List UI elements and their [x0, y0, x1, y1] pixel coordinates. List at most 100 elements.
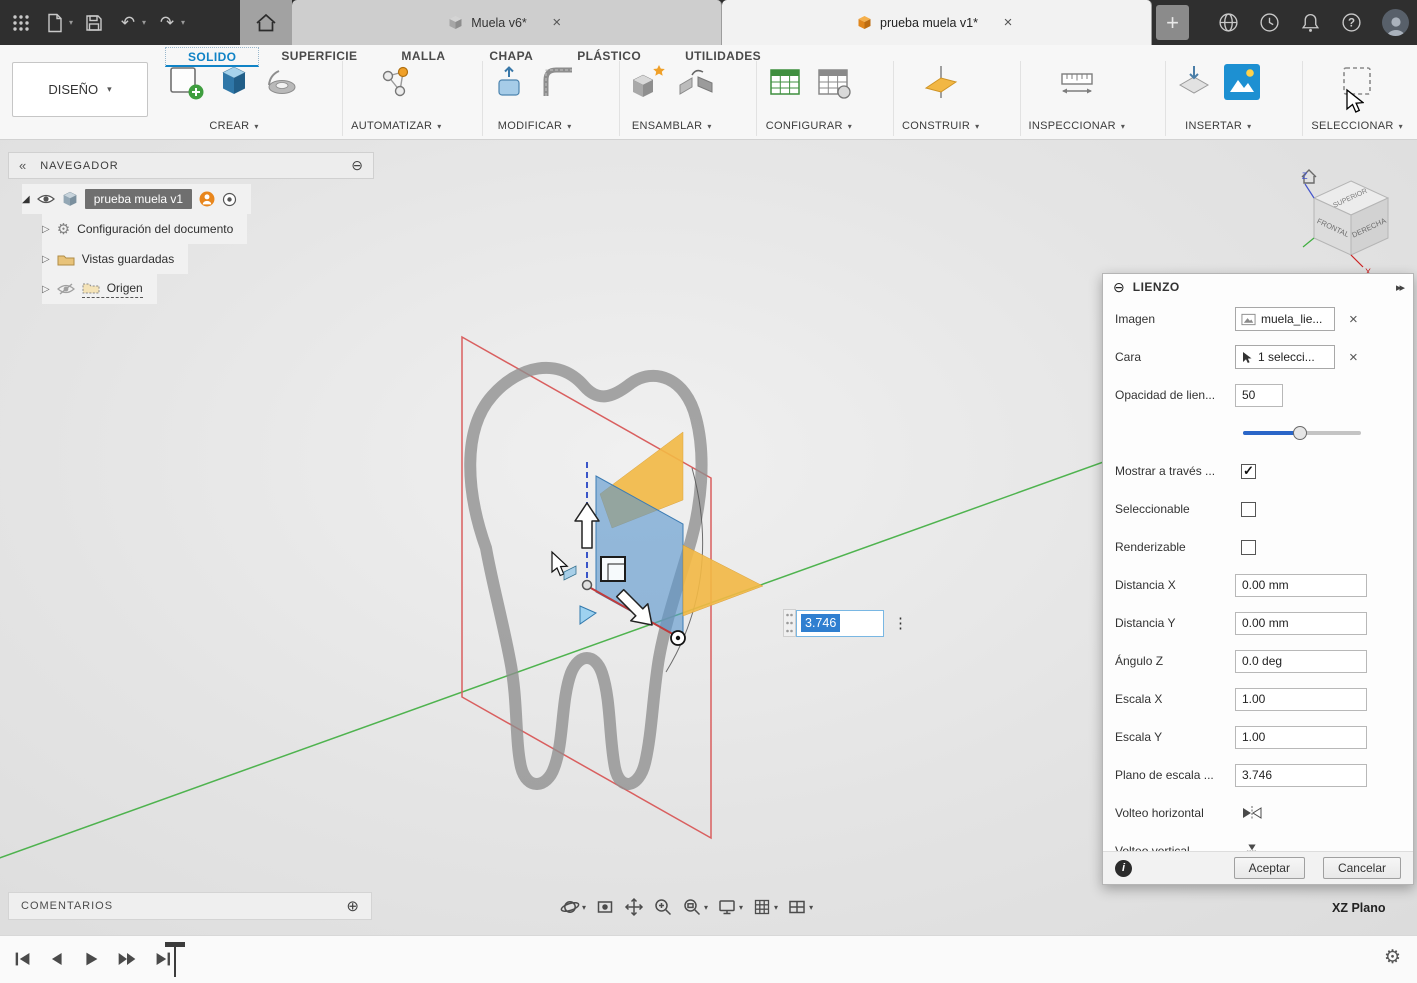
scale-handle[interactable]: [600, 556, 626, 582]
origin-point[interactable]: [581, 579, 593, 591]
opacidad-input[interactable]: [1235, 383, 1283, 407]
comments-panel[interactable]: COMENTARIOS: [8, 892, 372, 920]
tree-item-label[interactable]: Origen: [107, 281, 143, 295]
dialog-collapse-icon[interactable]: [1113, 279, 1125, 296]
collapse-panel-icon[interactable]: [19, 158, 26, 173]
imagen-selector[interactable]: muela_lie...: [1235, 307, 1335, 331]
expand-closed-icon[interactable]: [42, 284, 50, 295]
distancia-y-input[interactable]: [1235, 611, 1367, 635]
view-cube[interactable]: SUPERIOR FRONTAL DERECHA Z X: [1296, 163, 1408, 281]
group-label[interactable]: INSERTAR: [1185, 120, 1242, 132]
group-label[interactable]: INSPECCIONAR: [1029, 120, 1116, 132]
select-icon[interactable]: [1337, 63, 1377, 101]
redo-caret-icon[interactable]: [181, 18, 185, 27]
dialog-titlebar[interactable]: LIENZO: [1103, 274, 1413, 300]
plano-escala-input[interactable]: [1235, 763, 1367, 787]
close-tab-icon[interactable]: [1000, 14, 1016, 31]
cara-selector[interactable]: 1 selecci...: [1235, 345, 1335, 369]
root-document-label[interactable]: prueba muela v1: [84, 189, 193, 209]
undo-icon[interactable]: ↶: [115, 10, 141, 36]
tree-row-origin[interactable]: Origen: [42, 274, 157, 304]
chevron-down-icon[interactable]: [1399, 122, 1403, 131]
tree-row-root[interactable]: prueba muela v1: [22, 184, 252, 214]
configuration-sheet-icon[interactable]: [813, 63, 853, 101]
undo-caret-icon[interactable]: [142, 18, 146, 27]
mostrar-checkbox[interactable]: [1241, 463, 1256, 479]
chevron-down-icon[interactable]: [809, 903, 813, 912]
add-comment-icon[interactable]: [346, 897, 359, 915]
angulo-z-input[interactable]: [1235, 649, 1367, 673]
group-label[interactable]: ENSAMBLAR: [632, 120, 703, 132]
grid-snap-button[interactable]: [752, 897, 778, 917]
step-back-icon[interactable]: [46, 948, 68, 970]
tree-item-label[interactable]: Vistas guardadas: [82, 252, 175, 266]
escala-x-input[interactable]: [1235, 687, 1367, 711]
viewports-button[interactable]: [787, 897, 813, 917]
home-button[interactable]: [240, 0, 292, 45]
flip-handle[interactable]: [579, 605, 598, 625]
expand-open-icon[interactable]: [22, 194, 30, 205]
play-icon[interactable]: [80, 948, 102, 970]
pan-button[interactable]: [624, 897, 644, 917]
revolve-icon[interactable]: [262, 63, 302, 101]
activate-component-icon[interactable]: [222, 192, 237, 207]
visibility-eye-icon[interactable]: [36, 193, 55, 205]
dimension-options-icon[interactable]: [893, 614, 908, 632]
origin-selection[interactable]: Origen: [81, 281, 143, 298]
new-component-icon[interactable]: [628, 63, 668, 101]
chevron-down-icon[interactable]: [739, 903, 743, 912]
automate-icon[interactable]: [376, 63, 416, 101]
construct-plane-icon[interactable]: [921, 63, 961, 101]
timeline-settings-gear-icon[interactable]: [1384, 946, 1401, 969]
visibility-off-eye-icon[interactable]: [56, 283, 75, 295]
group-label[interactable]: CONFIGURAR: [766, 120, 843, 132]
skip-to-start-icon[interactable]: [12, 948, 34, 970]
group-label[interactable]: CREAR: [209, 120, 249, 132]
clear-imagen-icon[interactable]: [1349, 311, 1358, 328]
chevron-down-icon[interactable]: [254, 122, 258, 131]
look-at-button[interactable]: [595, 897, 615, 917]
display-settings-button[interactable]: [717, 897, 743, 917]
move-up-arrow[interactable]: [574, 502, 600, 549]
joint-icon[interactable]: [676, 63, 716, 101]
save-icon[interactable]: [81, 10, 107, 36]
chevron-down-icon[interactable]: [707, 122, 711, 131]
chevron-down-icon[interactable]: [774, 903, 778, 912]
plane-handle-right[interactable]: [682, 544, 764, 617]
new-tab-button[interactable]: [1156, 5, 1189, 40]
clear-cara-icon[interactable]: [1349, 349, 1358, 366]
extrude-icon[interactable]: [214, 63, 254, 101]
configuration-table-icon[interactable]: [765, 63, 805, 101]
chevron-down-icon[interactable]: [704, 903, 708, 912]
notifications-bell-icon[interactable]: [1300, 12, 1321, 33]
user-avatar[interactable]: [1382, 9, 1409, 36]
distancia-x-input[interactable]: [1235, 573, 1367, 597]
flip-horizontal-icon[interactable]: [1241, 805, 1263, 821]
expand-closed-icon[interactable]: [42, 254, 50, 265]
group-label[interactable]: MODIFICAR: [498, 120, 562, 132]
escala-y-input[interactable]: [1235, 725, 1367, 749]
chevron-down-icon[interactable]: [582, 903, 586, 912]
app-grid-icon[interactable]: [8, 10, 34, 36]
dimension-input[interactable]: 3.746: [796, 609, 884, 637]
fillet-icon[interactable]: [539, 63, 579, 101]
info-icon[interactable]: [1115, 859, 1132, 877]
extensions-globe-icon[interactable]: [1218, 12, 1239, 33]
chevron-down-icon[interactable]: [848, 122, 852, 131]
aceptar-button[interactable]: Aceptar: [1233, 857, 1305, 879]
minimize-panel-icon[interactable]: [351, 157, 363, 174]
orbit-button[interactable]: [560, 897, 586, 917]
design-workspace-dropdown[interactable]: DISEÑO: [12, 62, 148, 117]
zoom-button[interactable]: [653, 897, 673, 917]
file-menu-icon[interactable]: [42, 10, 68, 36]
document-tab-prueba-muela[interactable]: prueba muela v1*: [722, 0, 1152, 45]
seleccionable-checkbox[interactable]: [1241, 501, 1256, 517]
opacity-slider[interactable]: [1243, 426, 1361, 440]
chevron-down-icon[interactable]: [437, 122, 441, 131]
insert-decal-icon[interactable]: [1174, 63, 1214, 101]
step-forward-icon[interactable]: [114, 948, 140, 970]
job-status-clock-icon[interactable]: [1259, 12, 1280, 33]
tree-item-label[interactable]: Configuración del documento: [77, 222, 233, 236]
group-label[interactable]: CONSTRUIR: [902, 120, 970, 132]
expand-closed-icon[interactable]: [42, 224, 50, 235]
